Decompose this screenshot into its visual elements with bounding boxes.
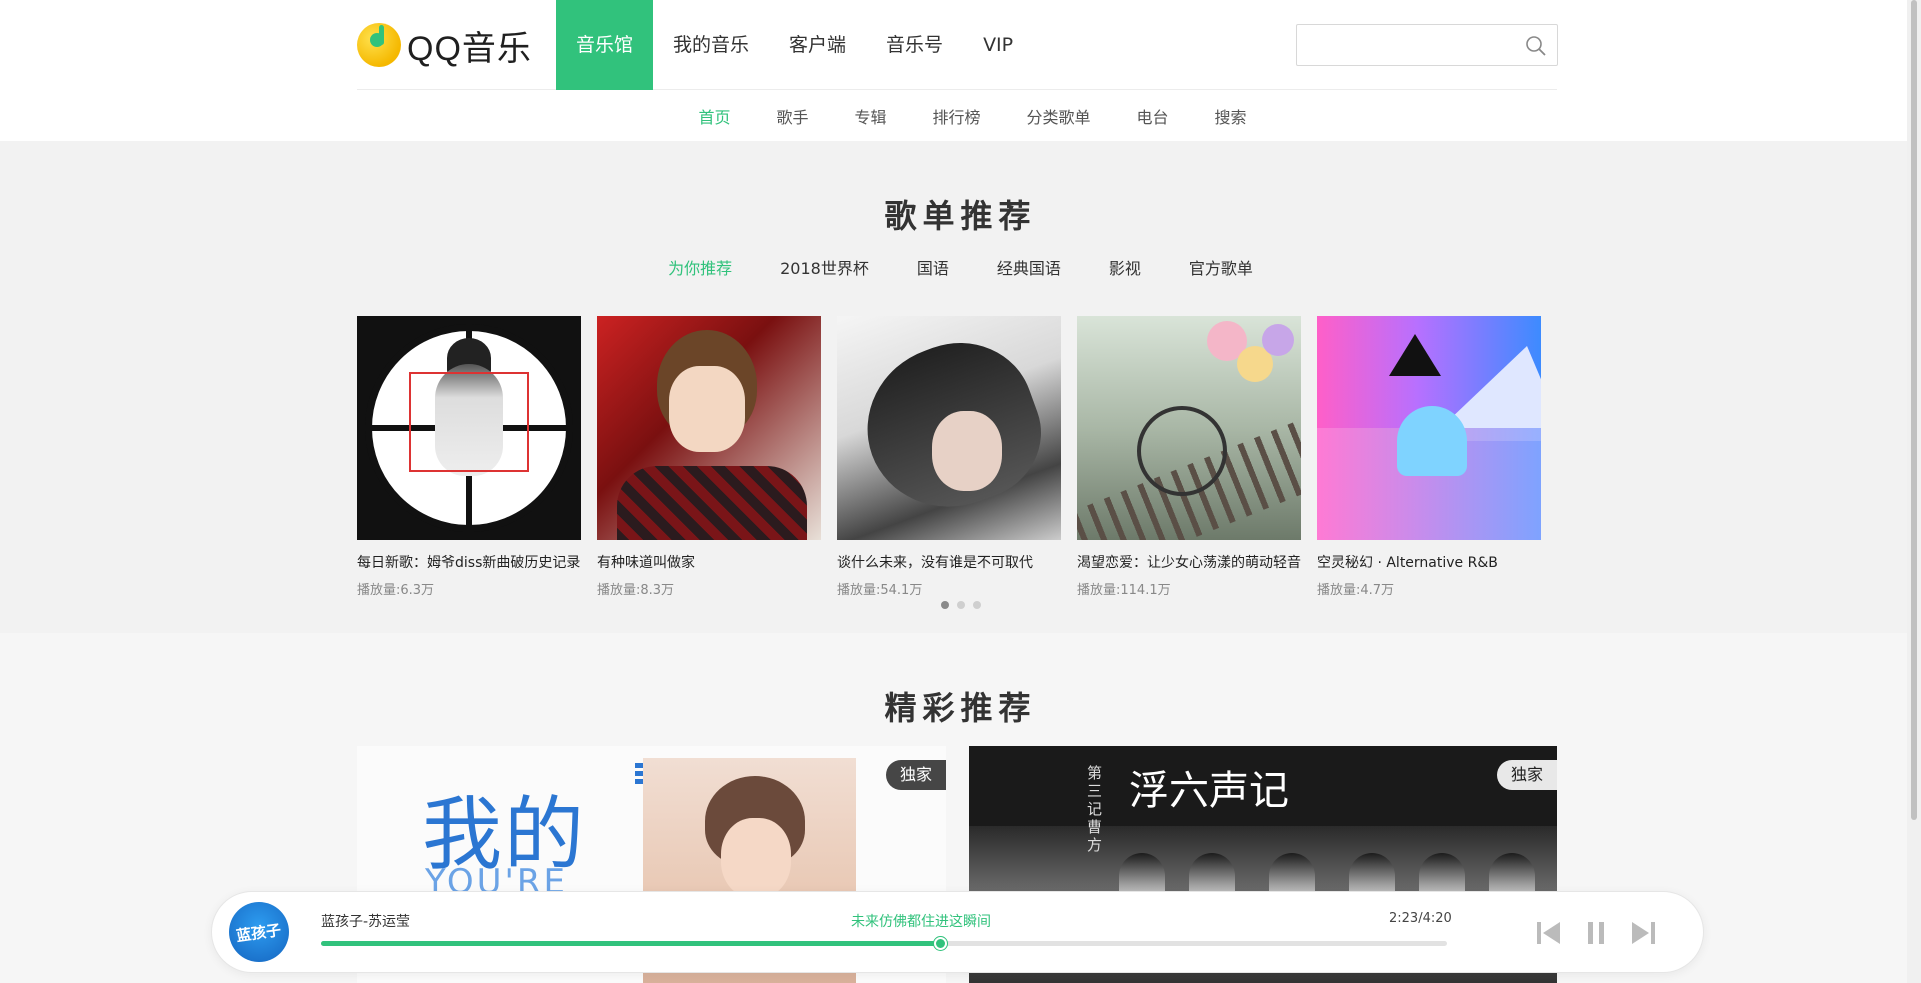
next-icon[interactable] — [1626, 916, 1660, 950]
carousel-dot[interactable] — [940, 601, 949, 609]
playlist-recommend-section: 歌单推荐 为你推荐 2018世界杯 国语 经典国语 影视 官方歌单 每日新歌：姆… — [0, 141, 1921, 633]
qq-music-logo-icon — [357, 23, 401, 67]
progress-bar[interactable] — [321, 937, 1447, 950]
playlist-title[interactable]: 每日新歌：姆爷diss新曲破历史记录 — [357, 552, 581, 572]
tab-classic-mandarin[interactable]: 经典国语 — [997, 255, 1061, 279]
playlist-title[interactable]: 渴望恋爱：让少女心荡漾的萌动轻音 — [1077, 552, 1301, 572]
nav-music-account[interactable]: 音乐号 — [866, 0, 963, 90]
progress-fill — [321, 941, 941, 946]
pause-icon[interactable] — [1579, 916, 1613, 950]
tab-world-cup[interactable]: 2018世界杯 — [780, 255, 869, 279]
section-title: 歌单推荐 — [884, 197, 1037, 235]
logo[interactable]: QQ音乐 — [357, 21, 532, 69]
playlist-carousel: 每日新歌：姆爷diss新曲破历史记录 播放量:6.3万 有种味道叫做家 播放量:… — [357, 316, 1557, 606]
page-scrollbar[interactable] — [1907, 0, 1921, 983]
logo-text: QQ音乐 — [407, 29, 532, 68]
playlist-card[interactable]: 有种味道叫做家 播放量:8.3万 — [597, 316, 821, 598]
sub-nav: 首页 歌手 专辑 排行榜 分类歌单 电台 搜索 — [0, 91, 1921, 141]
banner-art-subtext: 第三记 曹方 — [1087, 764, 1103, 854]
now-playing-song[interactable]: 蓝孩子-苏运莹 — [321, 911, 410, 931]
carousel-dot[interactable] — [956, 601, 965, 609]
playlist-card[interactable]: 渴望恋爱：让少女心荡漾的萌动轻音 播放量:114.1万 — [1077, 316, 1301, 598]
music-player-bar: 蓝孩子 蓝孩子-苏运莹 未来仿佛都住进这瞬间 2:23/4:20 — [211, 891, 1704, 973]
nav-vip[interactable]: VIP — [963, 0, 1033, 90]
subnav-search[interactable]: 搜索 — [1215, 104, 1247, 128]
subnav-radio[interactable]: 电台 — [1137, 104, 1169, 128]
exclusive-badge: 独家 — [885, 760, 946, 790]
play-count: 播放量:4.7万 — [1317, 583, 1395, 598]
play-count: 播放量:6.3万 — [357, 583, 435, 598]
scrollbar-thumb[interactable] — [1911, 0, 1917, 820]
subnav-playlists[interactable]: 分类歌单 — [1027, 104, 1091, 128]
playlist-title[interactable]: 空灵秘幻 · Alternative R&B — [1317, 552, 1541, 572]
subnav-charts[interactable]: 排行榜 — [932, 104, 980, 128]
section-title: 精彩推荐 — [884, 689, 1037, 727]
playback-time: 2:23/4:20 — [1389, 911, 1452, 926]
tab-for-you[interactable]: 为你推荐 — [668, 255, 732, 279]
subnav-singers[interactable]: 歌手 — [776, 104, 808, 128]
playlist-card[interactable]: 空灵秘幻 · Alternative R&B 播放量:4.7万 — [1317, 316, 1541, 598]
site-header: QQ音乐 音乐馆 我的音乐 客户端 音乐号 VIP 首页 歌手 专辑 排行榜 分… — [0, 0, 1921, 141]
playlist-title[interactable]: 有种味道叫做家 — [597, 552, 821, 572]
tab-film-tv[interactable]: 影视 — [1109, 255, 1141, 279]
carousel-dot[interactable] — [972, 601, 981, 609]
search-icon[interactable] — [1525, 35, 1547, 57]
main-nav: 音乐馆 我的音乐 客户端 音乐号 VIP — [556, 0, 1033, 90]
playlist-cover[interactable] — [597, 316, 821, 540]
playlist-card[interactable]: 谈什么未来，没有谁是不可取代 播放量:54.1万 — [837, 316, 1061, 598]
prev-icon[interactable] — [1532, 916, 1566, 950]
progress-handle[interactable] — [934, 937, 948, 950]
search-input[interactable] — [1305, 33, 1515, 57]
nav-my-music[interactable]: 我的音乐 — [653, 0, 769, 90]
playlist-cover[interactable] — [1317, 316, 1541, 540]
tab-mandarin[interactable]: 国语 — [917, 255, 949, 279]
now-playing-cover[interactable]: 蓝孩子 — [229, 902, 289, 962]
banner-art-text: 浮六声记 — [1129, 768, 1289, 814]
playlist-cover[interactable] — [357, 316, 581, 540]
playlist-tabs: 为你推荐 2018世界杯 国语 经典国语 影视 官方歌单 — [0, 255, 1921, 279]
play-count: 播放量:8.3万 — [597, 583, 675, 598]
nav-music-hall[interactable]: 音乐馆 — [556, 0, 654, 90]
play-count: 播放量:114.1万 — [1077, 583, 1171, 598]
subnav-albums[interactable]: 专辑 — [854, 104, 886, 128]
playlist-cover[interactable] — [837, 316, 1061, 540]
top-bar: QQ音乐 音乐馆 我的音乐 客户端 音乐号 VIP — [357, 0, 1558, 90]
subnav-home[interactable]: 首页 — [698, 104, 730, 128]
playlist-title[interactable]: 谈什么未来，没有谁是不可取代 — [837, 552, 1061, 572]
playlist-cover[interactable] — [1077, 316, 1301, 540]
search-box — [1296, 24, 1558, 66]
exclusive-badge: 独家 — [1496, 760, 1557, 790]
nav-client[interactable]: 客户端 — [769, 0, 866, 90]
cover-text: 蓝孩子 — [235, 920, 283, 945]
tab-official[interactable]: 官方歌单 — [1189, 255, 1253, 279]
play-count: 播放量:54.1万 — [837, 583, 923, 598]
playlist-card[interactable]: 每日新歌：姆爷diss新曲破历史记录 播放量:6.3万 — [357, 316, 581, 598]
current-lyric: 未来仿佛都住进这瞬间 — [851, 914, 991, 930]
carousel-dots — [0, 601, 1921, 609]
